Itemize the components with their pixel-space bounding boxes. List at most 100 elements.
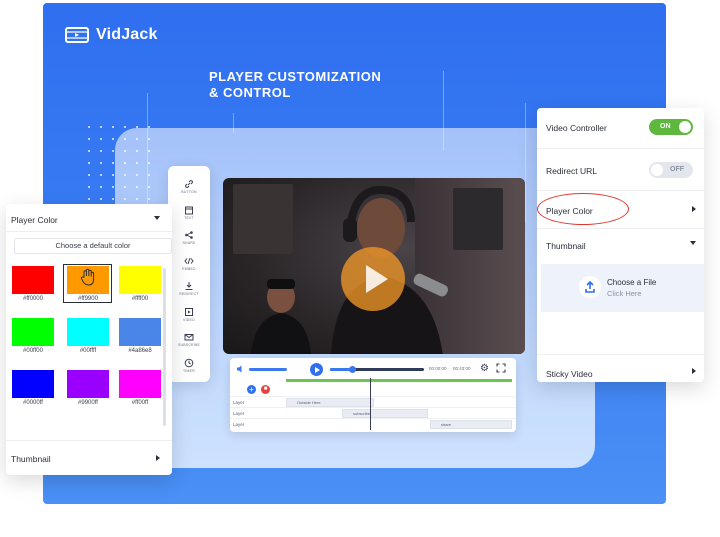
color-swatch[interactable] xyxy=(12,370,54,398)
seek-handle[interactable] xyxy=(348,366,356,373)
tool-share[interactable]: SHARE xyxy=(168,225,210,251)
color-swatch[interactable] xyxy=(12,266,54,294)
chevron-right-icon[interactable] xyxy=(692,206,696,212)
swatch-label: #ff00ff xyxy=(131,400,149,406)
color-swatch[interactable] xyxy=(119,370,161,398)
toggle-state: ON xyxy=(660,123,671,130)
timeline-play-button[interactable] xyxy=(310,363,323,376)
toggle-knob xyxy=(651,164,663,176)
decor-line xyxy=(443,71,444,151)
link-icon xyxy=(185,180,193,189)
share-icon xyxy=(185,231,193,240)
current-time: 00:00:00 xyxy=(429,366,447,371)
guest-figure xyxy=(251,279,311,354)
divider xyxy=(537,148,704,149)
chevron-right-icon[interactable] xyxy=(156,455,160,461)
track-segment[interactable]: share xyxy=(430,420,512,429)
timeline-track[interactable]: Layer subscribe xyxy=(230,407,516,418)
track-label: Layer xyxy=(233,400,245,405)
tool-video[interactable]: VIDEO xyxy=(168,302,210,328)
tool-redirect[interactable]: REDIRECT xyxy=(168,276,210,302)
page-headline: PLAYER CUSTOMIZATION & CONTROL xyxy=(209,69,381,101)
caret-down-icon[interactable] xyxy=(154,216,160,220)
headline-line-2: & CONTROL xyxy=(209,85,291,100)
tool-label: TEXT xyxy=(184,215,194,220)
tool-button[interactable]: BUTTON xyxy=(168,174,210,200)
total-time: 00:43:00 xyxy=(453,366,471,371)
redirect-url-toggle[interactable]: OFF xyxy=(649,162,693,178)
tool-timer[interactable]: TIMER xyxy=(168,353,210,379)
swatch-label: #ffff00 xyxy=(131,296,149,302)
color-swatch[interactable] xyxy=(67,318,109,346)
settings-panel: Video Controller ON Redirect URL OFF Pla… xyxy=(537,108,704,382)
hand-cursor-icon xyxy=(80,268,95,286)
swatch-label: #00ffff xyxy=(79,348,97,354)
panel-title: Player Color xyxy=(11,215,58,225)
choose-file-label[interactable]: Choose a File xyxy=(607,278,656,287)
film-icon xyxy=(65,27,89,43)
divider xyxy=(6,440,172,441)
code-icon xyxy=(184,257,194,264)
tool-label: EMBED xyxy=(182,266,196,271)
play-button[interactable] xyxy=(341,247,405,311)
volume-icon[interactable] xyxy=(236,364,246,374)
headline-line-1: PLAYER CUSTOMIZATION xyxy=(209,69,382,84)
sticky-video-menu-item[interactable]: Sticky Video xyxy=(546,369,593,379)
clock-icon xyxy=(184,358,194,368)
color-swatch[interactable] xyxy=(119,318,161,346)
background-poster xyxy=(453,188,503,250)
swatch-label: #ff0000 xyxy=(23,296,43,302)
track-label: Layer xyxy=(233,422,245,427)
color-swatch[interactable] xyxy=(12,318,54,346)
gear-icon[interactable]: ⚙ xyxy=(480,364,489,374)
video-controller-label: Video Controller xyxy=(546,123,607,133)
tool-label: REDIRECT xyxy=(179,292,199,297)
color-swatch[interactable] xyxy=(67,370,109,398)
thumbnail-section[interactable]: Thumbnail xyxy=(11,454,51,464)
divider xyxy=(537,190,704,191)
file-upload-area[interactable] xyxy=(541,264,704,312)
toggle-state: OFF xyxy=(670,166,684,173)
tool-text[interactable]: TEXT xyxy=(168,200,210,226)
click-here-link[interactable]: Click Here xyxy=(607,289,642,298)
timeline-track[interactable]: Layer share xyxy=(230,418,516,429)
brand-name: VidJack xyxy=(96,26,158,43)
chevron-down-icon[interactable] xyxy=(690,241,696,245)
default-color-button[interactable]: Choose a default color xyxy=(14,238,172,254)
swatch-label: #4a86e8 xyxy=(128,348,152,354)
panel-scrollbar[interactable] xyxy=(163,268,166,426)
decor-line xyxy=(525,103,526,223)
promo-stage: VidJack PLAYER CUSTOMIZATION & CONTROL B… xyxy=(0,0,720,537)
thumbnail-menu-item[interactable]: Thumbnail xyxy=(546,241,586,251)
fullscreen-icon[interactable] xyxy=(496,363,506,373)
track-segment[interactable]: Outside Here xyxy=(286,398,374,407)
swatch-label: #9900ff xyxy=(78,400,98,406)
upload-icon[interactable] xyxy=(579,276,601,298)
background-poster xyxy=(233,184,293,254)
color-swatch[interactable] xyxy=(119,266,161,294)
timeline-ruler xyxy=(286,379,512,382)
add-layer-button[interactable]: + xyxy=(247,385,256,394)
decor-line xyxy=(233,113,234,133)
divider xyxy=(6,231,172,232)
tool-label: BUTTON xyxy=(181,190,197,195)
divider xyxy=(537,354,704,355)
swatch-label: #0000ff xyxy=(23,400,43,406)
video-controller-toggle[interactable]: ON xyxy=(649,119,693,135)
tool-label: SUBSCRIBE xyxy=(177,343,201,348)
play-square-icon xyxy=(185,307,193,316)
volume-slider[interactable] xyxy=(249,368,287,371)
divider xyxy=(537,228,704,229)
playhead[interactable] xyxy=(370,378,371,430)
tool-label: VIDEO xyxy=(183,317,195,322)
chevron-right-icon[interactable] xyxy=(692,368,696,374)
track-segment[interactable]: subscribe xyxy=(342,409,428,418)
swatch-label: #00ff00 xyxy=(23,348,43,354)
redirect-url-label: Redirect URL xyxy=(546,166,598,176)
delete-layer-button[interactable]: ■ xyxy=(261,385,270,394)
tool-label: SHARE xyxy=(182,241,196,246)
timeline-track[interactable]: Layer Outside Here xyxy=(230,396,516,407)
tool-embed[interactable]: EMBED xyxy=(168,251,210,277)
tool-label: TIMER xyxy=(183,368,195,373)
tool-subscribe[interactable]: SUBSCRIBE xyxy=(168,327,210,353)
